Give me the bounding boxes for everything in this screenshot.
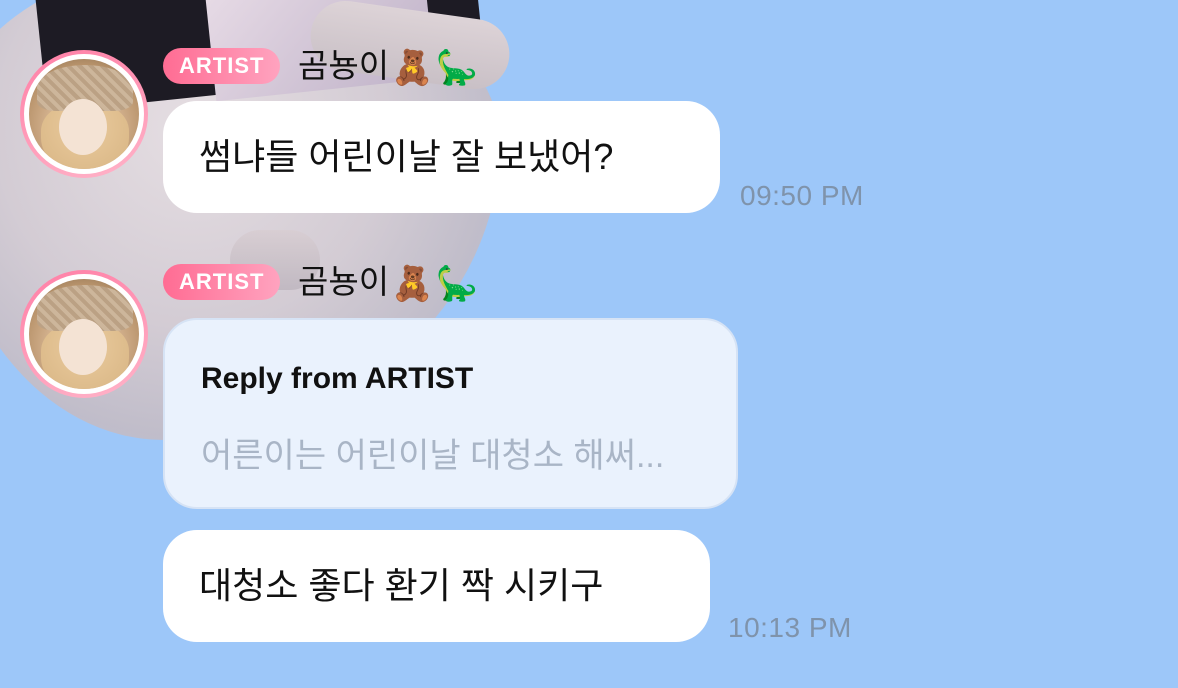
artist-avatar[interactable] [20,270,148,398]
artist-avatar[interactable] [20,50,148,178]
message-timestamp: 10:13 PM [728,612,852,643]
avatar-ring [24,54,144,174]
dinosaur-icon: 🦕 [435,265,478,304]
artist-badge: ARTIST [163,264,281,300]
sender-name-row[interactable]: 곰뇽이🧸🦕 [298,262,478,304]
reply-title: Reply from ARTIST [201,362,474,395]
sender-name-row[interactable]: 곰뇽이🧸🦕 [298,46,478,88]
teddy-bear-icon: 🧸 [391,265,434,304]
message-timestamp: 09:50 PM [740,180,864,211]
reply-quote-bubble[interactable]: Reply from ARTIST 어른이는 어린이날 대청소 해써... [163,318,738,509]
sender-name: 곰뇽이 [298,263,390,300]
message-bubble[interactable]: 썸냐들 어린이날 잘 보냈어? [163,101,720,213]
sender-name: 곰뇽이 [298,47,390,84]
avatar-image [29,59,139,169]
teddy-bear-icon: 🧸 [391,49,434,88]
avatar-ring [24,274,144,394]
avatar-image [29,279,139,389]
message-bubble[interactable]: 대청소 좋다 환기 짝 시키구 [163,530,710,642]
dinosaur-icon: 🦕 [435,49,478,88]
artist-badge: ARTIST [163,48,281,84]
reply-preview-text: 어른이는 어린이날 대청소 해써... [201,437,665,475]
